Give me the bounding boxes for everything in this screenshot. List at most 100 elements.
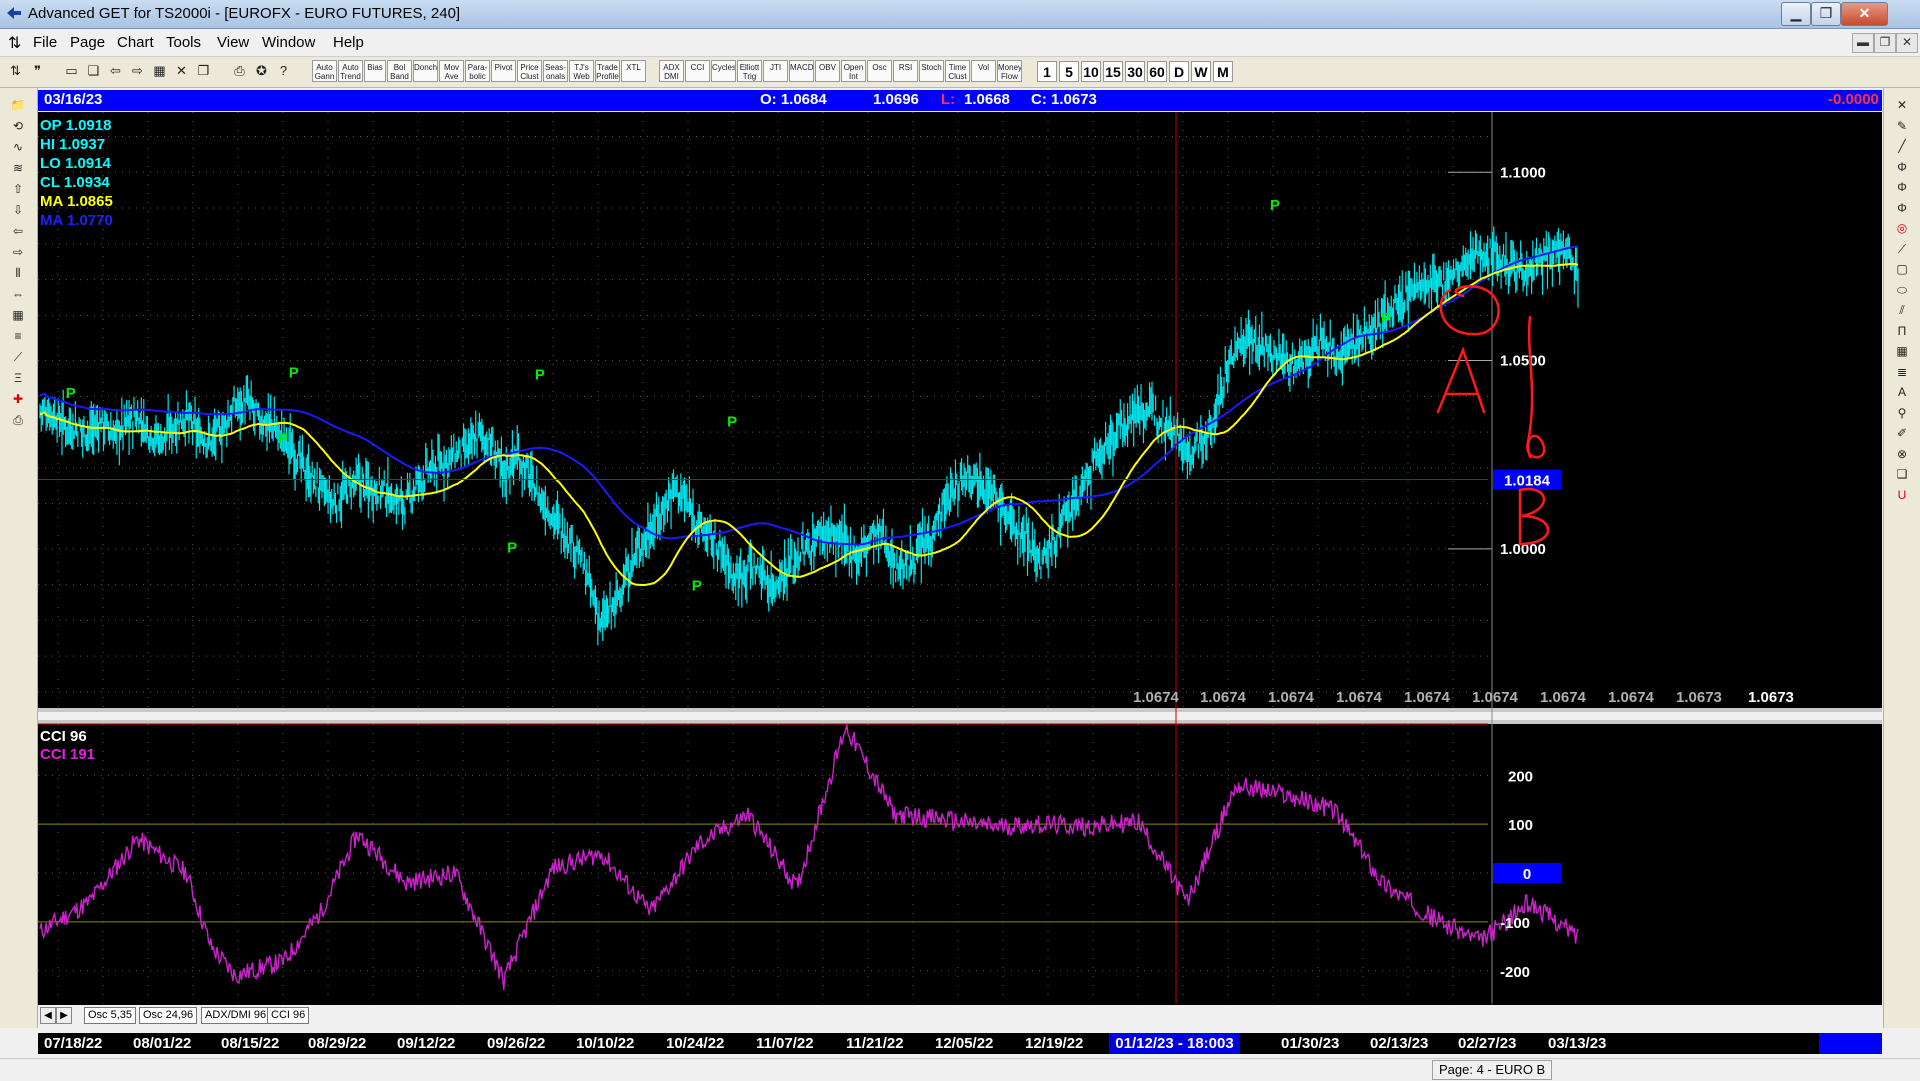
back-icon[interactable]: ⇦ [106, 61, 125, 81]
text-icon[interactable]: A [1890, 383, 1914, 401]
expand-icon[interactable]: ⇔ [5, 285, 31, 303]
fan-icon[interactable]: ⟋ [1890, 240, 1914, 258]
interval-button-30[interactable]: 30 [1125, 61, 1145, 82]
study-button-donch[interactable]: Donch [413, 60, 438, 82]
minimize-button[interactable]: ▁ [1781, 2, 1811, 26]
mdi-restore-button[interactable]: ❐ [1874, 33, 1896, 53]
study-button-bias[interactable]: Bias [364, 60, 386, 82]
cycle-icon[interactable]: ◎ [1890, 219, 1914, 237]
maximize-button[interactable]: ❐ [1811, 2, 1841, 26]
study-button-open-int[interactable]: Open Int [841, 60, 866, 82]
line-icon[interactable]: ╱ [1890, 137, 1914, 155]
right-arrow-icon[interactable]: ⇨ [5, 243, 31, 261]
prob-icon[interactable]: ≣ [1890, 363, 1914, 381]
interval-button-d[interactable]: D [1169, 61, 1189, 82]
menu-view[interactable]: View [217, 34, 249, 51]
elliott-icon[interactable]: ≋ [5, 159, 31, 177]
tab-osc-24-96[interactable]: Osc 24,96 [139, 1007, 198, 1024]
window-icon[interactable]: ❐ [194, 61, 213, 81]
chart-area[interactable]: PPPPPPPPP1.01841.10001.05001.0000OP 1.09… [38, 112, 1882, 1005]
mdi-minimize-button[interactable]: ▬ [1852, 33, 1874, 53]
study-button-obv[interactable]: OBV [815, 60, 840, 82]
fib-ret-icon[interactable]: Φ [1890, 158, 1914, 176]
delete-icon[interactable]: ✕ [172, 61, 191, 81]
menu-tools[interactable]: Tools [166, 34, 201, 51]
study-button-cci[interactable]: CCI [685, 60, 710, 82]
study-button-trade-profile[interactable]: Trade Profile [595, 60, 620, 82]
study-button-cycles[interactable]: Cycles [711, 60, 736, 82]
study-button-bol-band[interactable]: Bol Band [387, 60, 412, 82]
print-icon[interactable]: ⎙ [230, 61, 249, 81]
fib-ext-icon[interactable]: Φ [1890, 178, 1914, 196]
lines-icon[interactable]: ≡ [5, 327, 31, 345]
pointer-icon[interactable]: ⇅ [6, 61, 25, 81]
interval-button-15[interactable]: 15 [1103, 61, 1123, 82]
study-button-adx-dmi[interactable]: ADX DMI [659, 60, 684, 82]
menu-chart[interactable]: Chart [117, 34, 154, 51]
menu-window[interactable]: Window [262, 34, 315, 51]
study-icon[interactable]: ∿ [5, 138, 31, 156]
left-arrow-icon[interactable]: ⇦ [5, 222, 31, 240]
tab-adx-dmi-96[interactable]: ADX/DMI 96 [201, 1007, 271, 1024]
interval-button-60[interactable]: 60 [1147, 61, 1167, 82]
grid-icon[interactable]: ▦ [150, 61, 169, 81]
box-icon[interactable]: ▢ [1890, 260, 1914, 278]
interval-button-m[interactable]: M [1213, 61, 1233, 82]
fib-icon[interactable]: Ξ [5, 369, 31, 387]
mdi-close-button[interactable]: ✕ [1896, 33, 1918, 53]
reset-icon[interactable]: ⟲ [5, 117, 31, 135]
study-button-stoch[interactable]: Stoch [919, 60, 944, 82]
interval-button-10[interactable]: 10 [1081, 61, 1101, 82]
crosshair-icon[interactable]: ✚ [5, 390, 31, 408]
tab-next-button[interactable]: ▶ [56, 1007, 72, 1024]
study-button-money-flow[interactable]: Money Flow [997, 60, 1022, 82]
study-button-xtl[interactable]: XTL [621, 60, 646, 82]
study-button-pivot[interactable]: Pivot [491, 60, 516, 82]
study-button-elliott-trig[interactable]: Elliott Trig [737, 60, 762, 82]
study-button-vol[interactable]: Vol [971, 60, 996, 82]
pencil-icon[interactable]: ✎ [1890, 117, 1914, 135]
study-button-rsi[interactable]: RSI [893, 60, 918, 82]
mdi-doc-icon[interactable]: ⇅ [8, 33, 21, 53]
fib-time-icon[interactable]: Φ [1890, 199, 1914, 217]
study-button-macd[interactable]: MACD [789, 60, 814, 82]
study-button-auto-gann[interactable]: Auto Gann [312, 60, 337, 82]
cross-icon[interactable]: ✕ [1890, 96, 1914, 114]
pen-icon[interactable]: ✐ [1890, 424, 1914, 442]
tab-prev-button[interactable]: ◀ [40, 1007, 56, 1024]
interval-button-5[interactable]: 5 [1059, 61, 1079, 82]
forward-icon[interactable]: ⇨ [128, 61, 147, 81]
zoom-icon[interactable]: ⚲ [1890, 404, 1914, 422]
menu-file[interactable]: File [33, 34, 57, 51]
bars-icon[interactable]: ⫴ [5, 264, 31, 282]
study-button-time-clust[interactable]: Time Clust [945, 60, 970, 82]
down-arrow-icon[interactable]: ⇩ [5, 201, 31, 219]
delete-icon[interactable]: ⊗ [1890, 445, 1914, 463]
study-button-auto-trend[interactable]: Auto Trend [338, 60, 363, 82]
menu-page[interactable]: Page [70, 34, 105, 51]
grid-icon[interactable]: ▦ [5, 306, 31, 324]
study-button-osc[interactable]: Osc [867, 60, 892, 82]
new-page-icon[interactable]: ▭ [62, 61, 81, 81]
tab-cci-96[interactable]: CCI 96 [267, 1007, 310, 1024]
study-button-mov-ave[interactable]: Mov Ave [439, 60, 464, 82]
up-arrow-icon[interactable]: ⇧ [5, 180, 31, 198]
copy-icon[interactable]: ❏ [1890, 465, 1914, 483]
gann-icon[interactable]: ⟋ [5, 348, 31, 366]
study-button-para-bolic[interactable]: Para- bolic [465, 60, 490, 82]
study-button-seas-onals[interactable]: Seas- onals [543, 60, 568, 82]
grid-icon[interactable]: ▦ [1890, 342, 1914, 360]
bulb-icon[interactable]: ✪ [252, 61, 271, 81]
tab-osc-5-35[interactable]: Osc 5,35 [84, 1007, 137, 1024]
magnet-icon[interactable]: U [1890, 486, 1914, 504]
quote-icon[interactable]: ❞ [28, 61, 47, 81]
ellipse-icon[interactable]: ⬭ [1890, 281, 1914, 299]
study-button-jti[interactable]: JTI [763, 60, 788, 82]
menu-help[interactable]: Help [333, 34, 364, 51]
copy-icon[interactable]: ❏ [84, 61, 103, 81]
interval-button-1[interactable]: 1 [1037, 61, 1057, 82]
study-button-price-clust[interactable]: Price Clust [517, 60, 542, 82]
interval-button-w[interactable]: W [1191, 61, 1211, 82]
print-icon[interactable]: ⎙ [5, 411, 31, 429]
close-button[interactable]: ✕ [1841, 2, 1888, 26]
